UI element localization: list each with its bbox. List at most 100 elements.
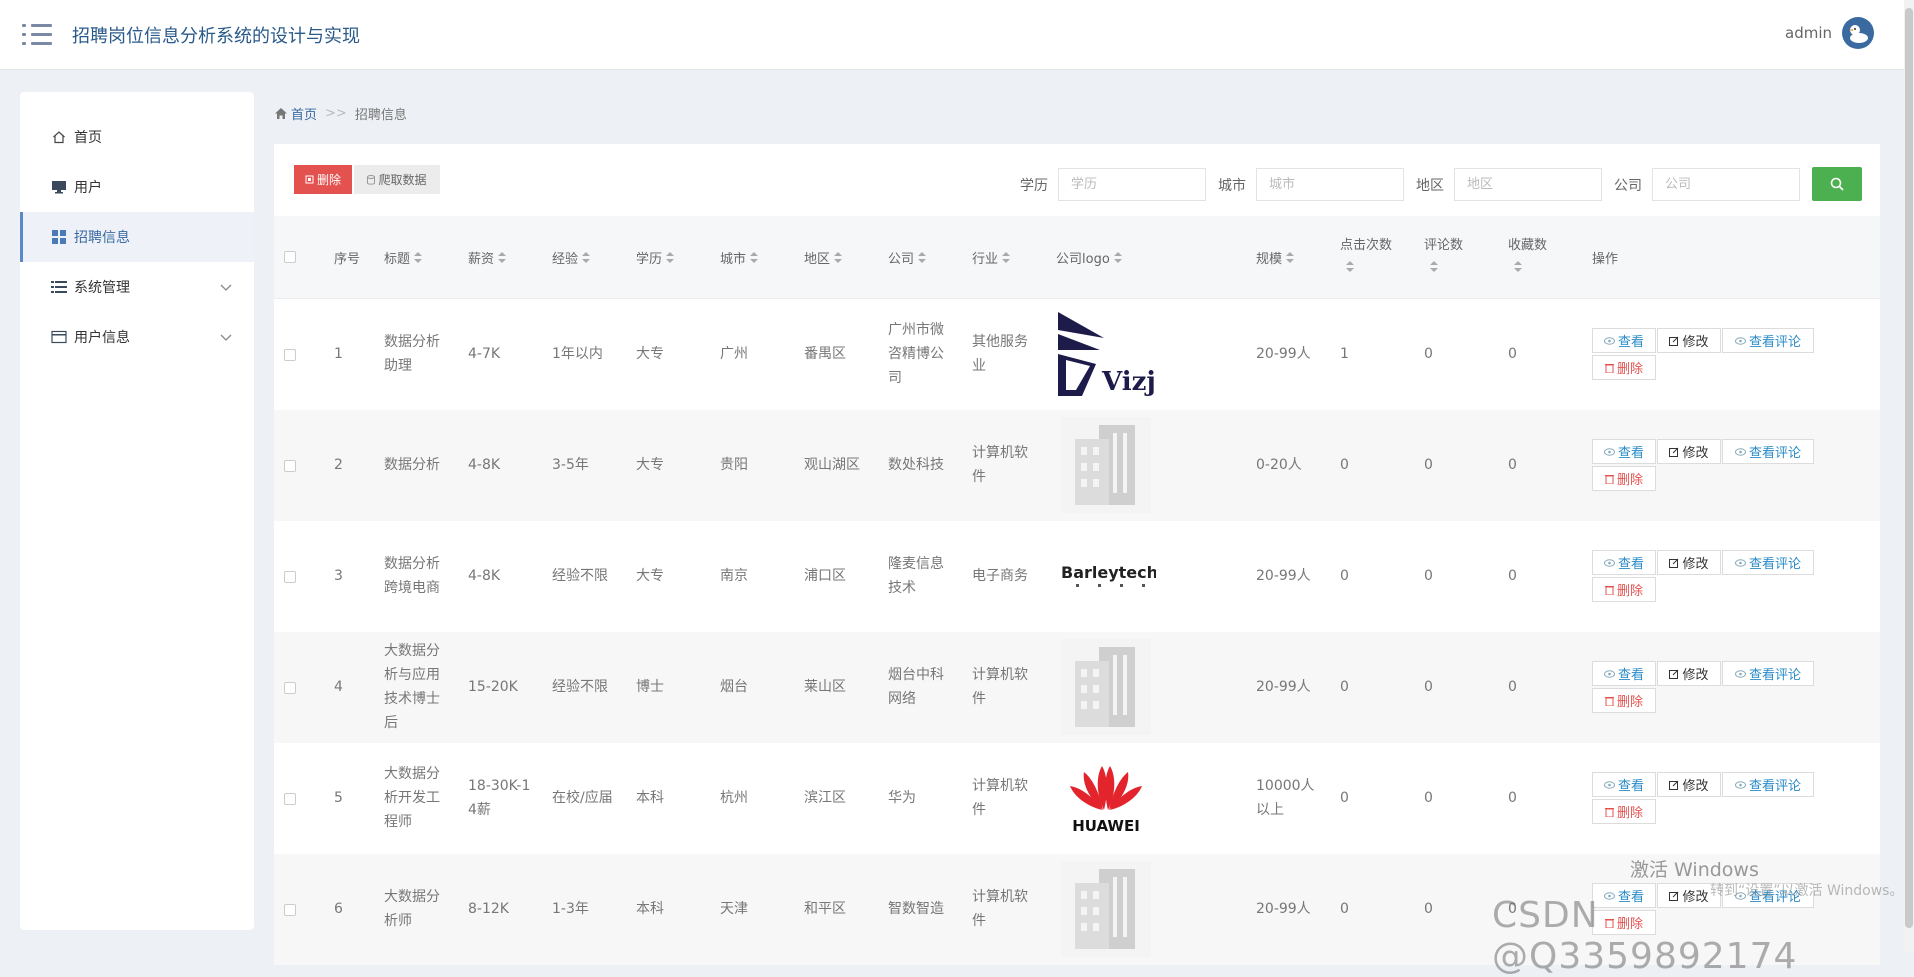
cell-education: 大专 <box>636 568 664 584</box>
edit-button[interactable]: 修改 <box>1657 328 1721 353</box>
sidebar-item-home[interactable]: 首页 <box>20 112 254 162</box>
sidebar-item-users[interactable]: 用户 <box>20 162 254 212</box>
edit-button[interactable]: 修改 <box>1657 772 1721 797</box>
sort-icon[interactable] <box>918 252 927 263</box>
sidebar-item-label: 首页 <box>74 130 102 146</box>
column-header-education[interactable]: 学历 <box>636 248 675 267</box>
row-checkbox[interactable] <box>284 793 296 805</box>
sort-icon[interactable] <box>498 252 507 263</box>
view-button[interactable]: 查看 <box>1592 550 1656 575</box>
cell-line: 0-20人 <box>1256 457 1302 473</box>
education-filter-input[interactable] <box>1058 168 1206 201</box>
row-checkbox[interactable] <box>284 460 296 472</box>
delete-button[interactable]: 删除 <box>1592 799 1656 824</box>
sort-icon[interactable] <box>414 252 423 263</box>
cell-line: 技术博士 <box>384 691 440 707</box>
edit-button[interactable]: 修改 <box>1657 550 1721 575</box>
delete-button[interactable]: 删除 <box>1592 577 1656 602</box>
delete-button[interactable]: 删除 <box>1592 688 1656 713</box>
view-comments-button[interactable]: 查看评论 <box>1722 772 1814 797</box>
column-header-experience[interactable]: 经验 <box>552 248 591 267</box>
district-filter-input[interactable] <box>1454 168 1602 201</box>
sidebar-item-label: 用户 <box>74 180 102 196</box>
cell-scale: 0-20人 <box>1256 453 1302 477</box>
cell-line: 电子商务 <box>972 568 1028 584</box>
crawl-data-button[interactable]: 爬取数据 <box>354 165 440 194</box>
column-header-company[interactable]: 公司 <box>888 248 927 267</box>
row-checkbox[interactable] <box>284 349 296 361</box>
company-logo <box>1056 415 1156 515</box>
column-header-actions: 操作 <box>1592 252 1619 267</box>
column-header-city[interactable]: 城市 <box>720 248 759 267</box>
cell-line: 析开发工 <box>384 790 440 806</box>
cell-index: 4 <box>334 679 343 695</box>
page-scrollbar[interactable] <box>1904 0 1914 952</box>
edit-button[interactable]: 修改 <box>1657 661 1721 686</box>
cell-line: 10000人 <box>1256 778 1315 794</box>
company-logo: Barleytech <box>1056 526 1156 626</box>
sort-icon[interactable] <box>1430 261 1438 272</box>
view-button[interactable]: 查看 <box>1592 439 1656 464</box>
city-filter-input[interactable] <box>1256 168 1404 201</box>
cell-salary: 8-12K <box>468 897 509 921</box>
view-button-label: 查看 <box>1617 668 1644 683</box>
delete-button[interactable]: 删除 <box>1592 466 1656 491</box>
sort-icon[interactable] <box>1514 261 1522 272</box>
search-button[interactable] <box>1812 167 1862 201</box>
cell-district: 浦口区 <box>804 568 846 584</box>
cell-company: 华为 <box>888 786 916 810</box>
sort-icon[interactable] <box>1113 252 1122 263</box>
batch-delete-button[interactable]: 删除 <box>294 165 352 194</box>
view-button-label: 查看 <box>1617 779 1644 794</box>
sort-icon[interactable] <box>1346 261 1354 272</box>
view-button[interactable]: 查看 <box>1592 328 1656 353</box>
sort-icon[interactable] <box>1002 252 1011 263</box>
district-filter-label: 地区 <box>1416 178 1444 194</box>
sort-icon[interactable] <box>750 252 759 263</box>
eye-icon <box>1734 336 1746 345</box>
column-header-title[interactable]: 标题 <box>384 248 423 267</box>
breadcrumb-home[interactable]: 首页 <box>275 104 317 123</box>
edit-button[interactable]: 修改 <box>1657 439 1721 464</box>
delete-button[interactable]: 删除 <box>1592 355 1656 380</box>
column-header-district[interactable]: 地区 <box>804 248 843 267</box>
sort-icon[interactable] <box>666 252 675 263</box>
row-checkbox[interactable] <box>284 571 296 583</box>
view-button[interactable]: 查看 <box>1592 661 1656 686</box>
cell-district: 滨江区 <box>804 790 846 806</box>
edit-button-label: 修改 <box>1682 335 1709 350</box>
sidebar-item-userinfo[interactable]: 用户信息 <box>20 312 254 362</box>
column-header-favorites[interactable]: 收藏数 <box>1508 234 1547 253</box>
sidebar-item-jobs[interactable]: 招聘信息 <box>20 212 254 262</box>
sort-icon[interactable] <box>1286 252 1295 263</box>
scrollbar-thumb[interactable] <box>1905 8 1913 928</box>
column-header-salary[interactable]: 薪资 <box>468 248 507 267</box>
column-header-comments[interactable]: 评论数 <box>1424 234 1463 253</box>
column-header-clicks[interactable]: 点击次数 <box>1340 234 1392 253</box>
view-comments-button[interactable]: 查看评论 <box>1722 439 1814 464</box>
avatar[interactable] <box>1842 17 1874 49</box>
row-checkbox[interactable] <box>284 904 296 916</box>
sort-icon[interactable] <box>834 252 843 263</box>
cell-line: 技术 <box>888 580 916 596</box>
menu-toggle-icon[interactable] <box>22 22 52 48</box>
edit-button-label: 修改 <box>1682 446 1709 461</box>
user-area[interactable]: admin <box>1785 17 1874 49</box>
sort-icon[interactable] <box>582 252 591 263</box>
cell-title: 数据分析 助理 <box>384 330 440 378</box>
column-header-logo[interactable]: 公司logo <box>1056 248 1122 267</box>
view-comments-button[interactable]: 查看评论 <box>1722 661 1814 686</box>
select-all-checkbox[interactable] <box>284 251 296 263</box>
view-comments-button[interactable]: 查看评论 <box>1722 550 1814 575</box>
cell-title: 大数据分 析开发工 程师 <box>384 762 440 834</box>
company-filter-input[interactable] <box>1652 168 1800 201</box>
cell-line: 数据分析 <box>384 556 440 572</box>
duck-avatar-icon <box>1844 19 1872 47</box>
row-checkbox[interactable] <box>284 682 296 694</box>
column-header-industry[interactable]: 行业 <box>972 248 1011 267</box>
column-header-scale[interactable]: 规模 <box>1256 248 1295 267</box>
view-comments-button[interactable]: 查看评论 <box>1722 328 1814 353</box>
sidebar-item-system[interactable]: 系统管理 <box>20 262 254 312</box>
view-button[interactable]: 查看 <box>1592 772 1656 797</box>
cell-company: 广州市微 咨精博公司 <box>888 318 944 390</box>
